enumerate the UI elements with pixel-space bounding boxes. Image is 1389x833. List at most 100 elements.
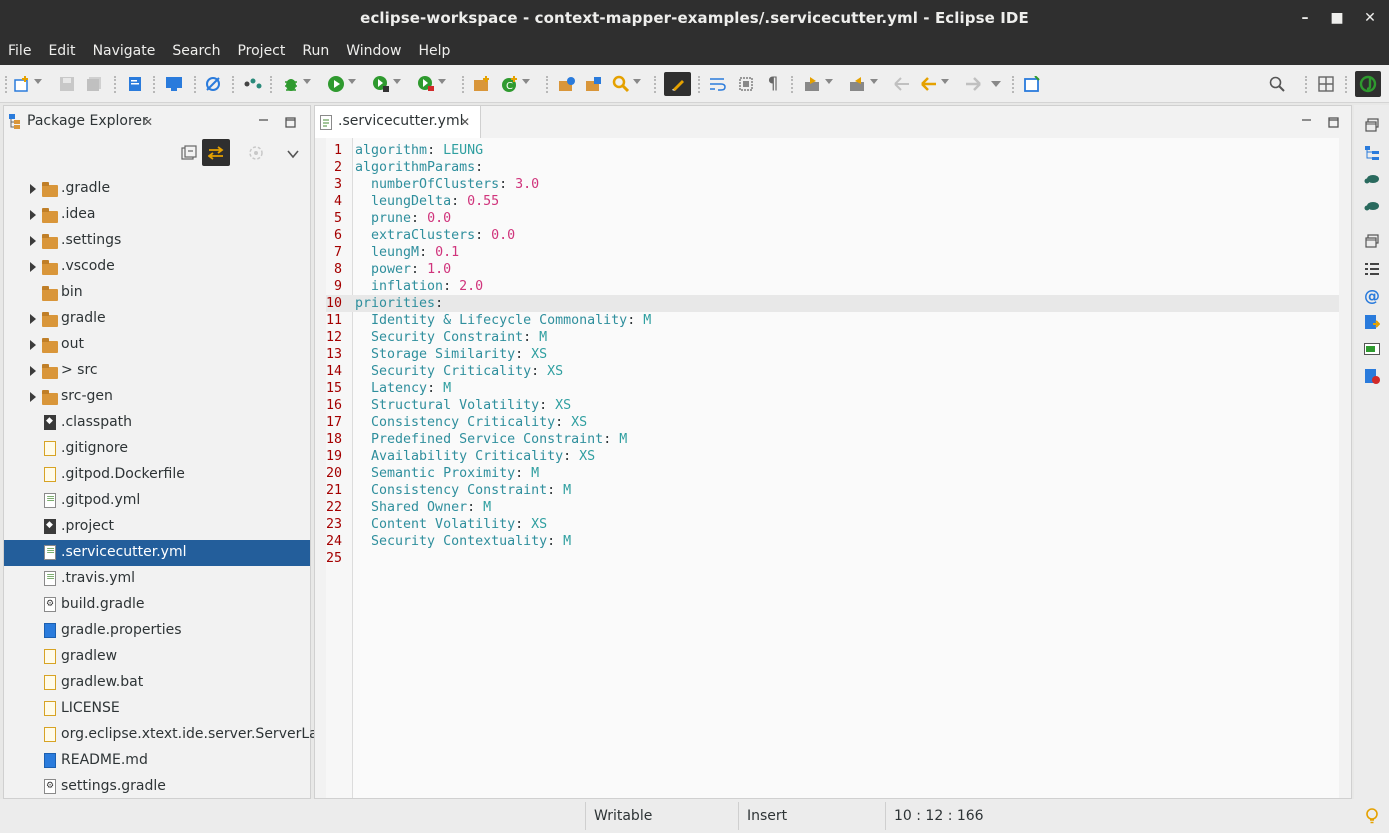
menu-window[interactable]: Window <box>346 43 401 59</box>
minimize-editor-icon[interactable] <box>1299 113 1313 127</box>
tree-item[interactable]: bin <box>4 280 310 306</box>
problems-icon[interactable] <box>1364 261 1380 277</box>
code-line[interactable]: 2 algorithmParams: <box>326 159 1339 176</box>
code-line[interactable]: 6 extraClusters: 0.0 <box>326 227 1339 244</box>
tree-item[interactable]: src-gen <box>4 384 310 410</box>
code-line[interactable]: 10 priorities: <box>326 295 1339 312</box>
code-line[interactable]: 21 Consistency Constraint: M <box>326 482 1339 499</box>
tree-item[interactable]: settings.gradle <box>4 774 310 800</box>
show-whitespace-icon[interactable]: ¶ <box>763 74 783 94</box>
collapse-all-icon[interactable] <box>181 145 197 165</box>
gradle-view-icon[interactable] <box>1364 198 1380 214</box>
close-window-button[interactable]: ✕ <box>1353 0 1387 36</box>
tree-item[interactable]: > src <box>4 358 310 384</box>
view-menu-chevron-down-icon[interactable] <box>287 147 299 163</box>
focus-on-active-task-icon[interactable] <box>248 145 264 165</box>
package-explorer-title[interactable]: Package Explorer <box>27 113 148 129</box>
menu-edit[interactable]: Edit <box>48 43 75 59</box>
tree-item[interactable]: gradle <box>4 306 310 332</box>
skip-breakpoints-icon[interactable] <box>203 74 223 94</box>
new-class-icon[interactable]: C <box>500 74 530 94</box>
javadoc-icon[interactable]: @ <box>1364 286 1380 305</box>
last-edit-location-icon[interactable] <box>892 74 912 94</box>
expand-arrow-icon[interactable] <box>30 314 36 324</box>
declaration-icon[interactable] <box>1364 314 1380 330</box>
expand-arrow-icon[interactable] <box>30 236 36 246</box>
code-line[interactable]: 25 <box>326 550 1339 567</box>
tree-item[interactable]: out <box>4 332 310 358</box>
tree-item[interactable]: .gitignore <box>4 436 310 462</box>
tree-item[interactable]: .gitpod.Dockerfile <box>4 462 310 488</box>
expand-arrow-icon[interactable] <box>30 340 36 350</box>
tree-item[interactable]: .settings <box>4 228 310 254</box>
editor-tab-servicecutter[interactable]: .servicecutter.yml ✕ <box>315 106 481 138</box>
tree-item[interactable]: gradlew <box>4 644 310 670</box>
tree-item[interactable]: org.eclipse.xtext.ide.server.ServerLaun <box>4 722 335 748</box>
code-line[interactable]: 18 Predefined Service Constraint: M <box>326 431 1339 448</box>
java-perspective-icon[interactable] <box>1355 71 1381 97</box>
tree-item[interactable]: .travis.yml <box>4 566 310 592</box>
minimize-button[interactable]: – <box>1288 0 1322 36</box>
run-icon[interactable] <box>326 74 356 94</box>
tree-item[interactable]: build.gradle <box>4 592 310 618</box>
tree-item[interactable]: .project <box>4 514 310 540</box>
expand-arrow-icon[interactable] <box>30 210 36 220</box>
expand-arrow-icon[interactable] <box>30 366 36 376</box>
code-line[interactable]: 23 Content Volatility: XS <box>326 516 1339 533</box>
open-type-icon[interactable] <box>557 74 577 94</box>
maximize-button[interactable]: ■ <box>1320 0 1354 36</box>
code-line[interactable]: 17 Consistency Criticality: XS <box>326 414 1339 431</box>
search-icon[interactable] <box>611 74 641 94</box>
code-line[interactable]: 11 Identity & Lifecycle Commonality: M <box>326 312 1339 329</box>
word-wrap-icon[interactable] <box>708 74 728 94</box>
maximize-view-icon[interactable] <box>283 115 297 129</box>
tree-item[interactable]: .servicecutter.yml <box>4 540 310 566</box>
tree-item[interactable]: LICENSE <box>4 696 310 722</box>
next-annotation-icon[interactable] <box>803 74 833 94</box>
search-global-icon[interactable] <box>1267 74 1287 94</box>
minimize-view-icon[interactable] <box>256 113 270 127</box>
expand-arrow-icon[interactable] <box>30 392 36 402</box>
maximize-editor-icon[interactable] <box>1326 115 1340 129</box>
code-line[interactable]: 3 numberOfClusters: 3.0 <box>326 176 1339 193</box>
menu-navigate[interactable]: Navigate <box>93 43 156 59</box>
tree-item[interactable]: README.md <box>4 748 310 774</box>
error-log-icon[interactable] <box>1364 368 1380 384</box>
code-line[interactable]: 24 Security Contextuality: M <box>326 533 1339 550</box>
code-line[interactable]: 7 leungM: 0.1 <box>326 244 1339 261</box>
open-task-icon[interactable] <box>584 74 604 94</box>
code-line[interactable]: 9 inflation: 2.0 <box>326 278 1339 295</box>
code-line[interactable]: 16 Structural Volatility: XS <box>326 397 1339 414</box>
code-line[interactable]: 4 leungDelta: 0.55 <box>326 193 1339 210</box>
back-icon[interactable] <box>919 74 949 94</box>
previous-annotation-icon[interactable] <box>848 74 878 94</box>
code-line[interactable]: 12 Security Constraint: M <box>326 329 1339 346</box>
open-file-icon[interactable] <box>125 74 145 94</box>
tree-item[interactable]: gradle.properties <box>4 618 310 644</box>
expand-arrow-icon[interactable] <box>30 184 36 194</box>
code-line[interactable]: 20 Semantic Proximity: M <box>326 465 1339 482</box>
code-line[interactable]: 5 prune: 0.0 <box>326 210 1339 227</box>
new-wizard-icon[interactable] <box>12 74 42 94</box>
tree-item[interactable]: .gitpod.yml <box>4 488 310 514</box>
code-line[interactable]: 19 Availability Criticality: XS <box>326 448 1339 465</box>
close-view-icon[interactable]: ✕ <box>141 115 155 129</box>
save-all-icon[interactable] <box>84 74 104 94</box>
menu-project[interactable]: Project <box>237 43 285 59</box>
link-with-editor-icon[interactable] <box>202 139 230 166</box>
code-line[interactable]: 15 Latency: M <box>326 380 1339 397</box>
new-java-package-icon[interactable] <box>472 74 492 94</box>
menu-run[interactable]: Run <box>302 43 329 59</box>
menu-search[interactable]: Search <box>172 43 220 59</box>
menu-file[interactable]: File <box>8 43 31 59</box>
close-editor-icon[interactable]: ✕ <box>458 115 472 129</box>
code-line[interactable]: 14 Security Criticality: XS <box>326 363 1339 380</box>
code-line[interactable]: 22 Shared Owner: M <box>326 499 1339 516</box>
tree-item[interactable]: .vscode <box>4 254 310 280</box>
code-line[interactable]: 1 algorithm: LEUNG <box>326 142 1339 159</box>
toggle-mark-occurrences-icon[interactable] <box>664 72 691 96</box>
open-perspective-icon[interactable] <box>1316 74 1336 94</box>
status-insert-mode[interactable]: Insert <box>738 802 884 830</box>
code-line[interactable]: 13 Storage Similarity: XS <box>326 346 1339 363</box>
pin-editor-icon[interactable] <box>1022 74 1042 94</box>
